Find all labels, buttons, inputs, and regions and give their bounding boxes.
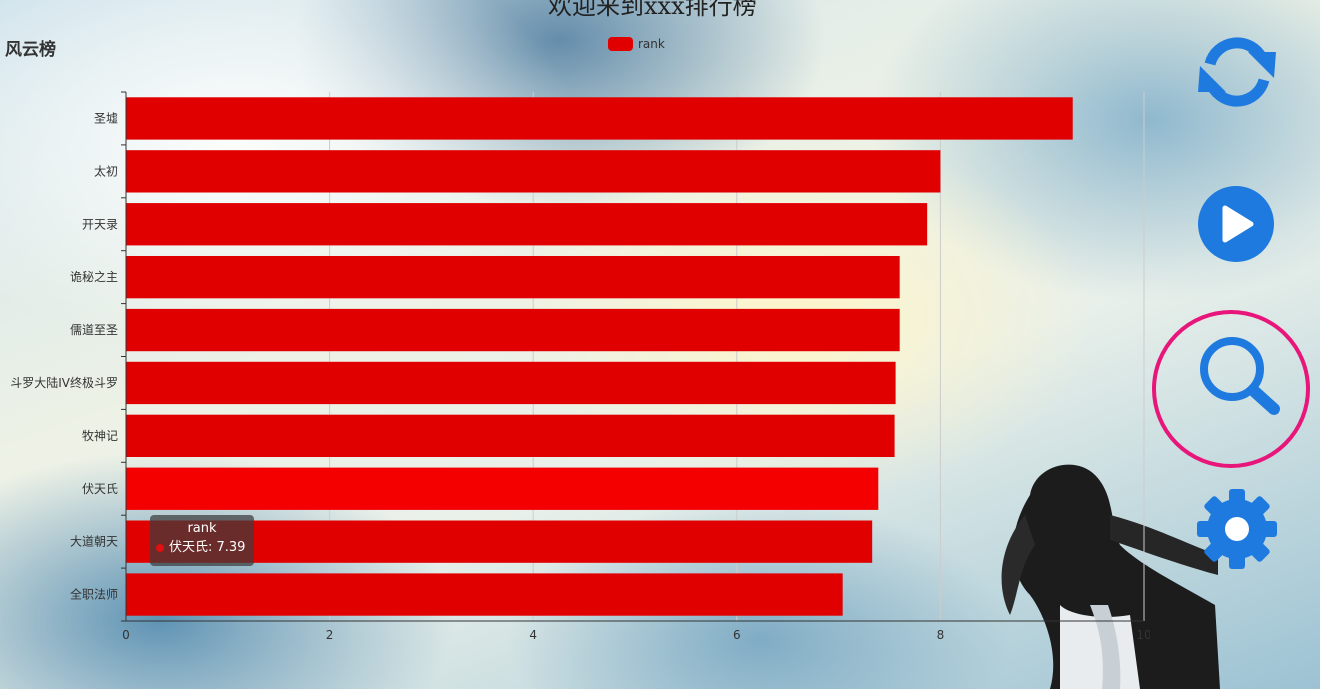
- category-label: 儒道至圣: [70, 323, 118, 337]
- tooltip-series-name: rank: [187, 521, 217, 536]
- bar-6[interactable]: [126, 414, 895, 458]
- bar-2[interactable]: [126, 203, 928, 246]
- bar-1[interactable]: [126, 150, 941, 193]
- gear-icon[interactable]: [1196, 488, 1278, 570]
- x-tick-label: 8: [937, 628, 945, 642]
- x-tick-label: 2: [326, 628, 334, 642]
- x-tick-label: 0: [122, 628, 130, 642]
- x-tick-label: 4: [529, 628, 537, 642]
- bar-7[interactable]: [126, 467, 879, 510]
- category-label: 圣墟: [94, 111, 118, 125]
- bar-0[interactable]: [126, 97, 1073, 140]
- category-label: 斗罗大陆IV终极斗罗: [10, 375, 118, 390]
- tooltip-item-row: 伏天氏: 7.39: [156, 538, 254, 558]
- x-tick-label: 6: [733, 628, 741, 642]
- bar-9[interactable]: [126, 573, 843, 616]
- legend-swatch[interactable]: [608, 37, 633, 51]
- category-label: 诡秘之主: [70, 270, 118, 284]
- legend-label[interactable]: rank: [638, 37, 665, 51]
- category-label: 大道朝天: [70, 535, 118, 549]
- tooltip-color-dot: [156, 543, 164, 552]
- rank-bar-chart: 圣墟太初开天录诡秘之主儒道至圣斗罗大陆IV终极斗罗牧神记伏天氏大道朝天全职法师 …: [10, 37, 1150, 642]
- bar-4[interactable]: [126, 308, 900, 352]
- bar-3[interactable]: [126, 255, 900, 299]
- refresh-icon[interactable]: [1196, 32, 1278, 112]
- x-tick-label: 10: [1136, 628, 1150, 642]
- category-label: 伏天氏: [82, 482, 118, 496]
- bar-5[interactable]: [126, 361, 896, 405]
- play-icon[interactable]: [1198, 186, 1274, 262]
- category-label: 太初: [94, 163, 118, 178]
- tooltip-item-value: 伏天氏: 7.39: [169, 540, 246, 555]
- bar-tooltip: rank 伏天氏: 7.39: [150, 515, 254, 566]
- search-icon[interactable]: [1198, 335, 1284, 421]
- category-label: 开天录: [82, 217, 118, 231]
- category-label: 全职法师: [70, 587, 118, 602]
- category-label: 牧神记: [82, 429, 118, 443]
